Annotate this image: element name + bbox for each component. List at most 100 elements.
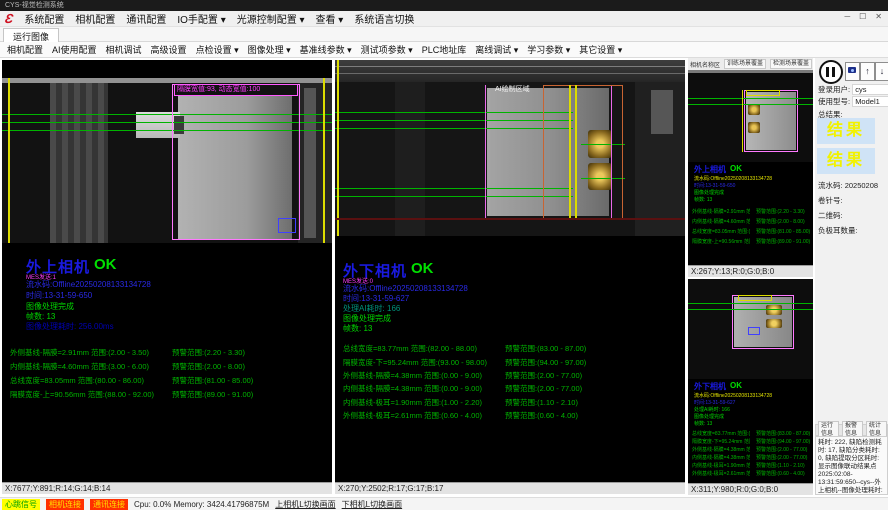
frame-count-line: 帧数: 13 [694, 196, 712, 203]
roi-rect [744, 90, 798, 152]
middle-pixel-status: X:270;Y:2502;R:17;G:17;B:17 [335, 482, 685, 494]
time-line: 时间:13-31-59-650 [26, 290, 92, 301]
close-icon[interactable]: ✕ [875, 12, 882, 21]
tool-test-params[interactable]: 测试项参数 ▾ [361, 43, 413, 56]
tab-foil-glow [748, 122, 760, 133]
tool-learning-params[interactable]: 学习参数 ▾ [527, 43, 570, 56]
tab-detect-scene[interactable]: 检测场景覆盖 [770, 59, 812, 69]
measure-warn: 预警范围:(2.20 - 3.30) [172, 347, 245, 358]
mini-top-camera-view[interactable]: 相机名称区 训练场景覆盖 检测场景覆盖 外上相机 OK 流水码:Offline2… [688, 58, 813, 277]
menu-comm-config[interactable]: 通讯配置 [126, 11, 166, 26]
mini-top-camera-image[interactable] [688, 70, 813, 162]
mini-bottom-camera-view[interactable]: 外下相机 OK 流水码:Offline20250208133134728 时间:… [688, 279, 813, 495]
tool-plc-address[interactable]: PLC地址库 [422, 43, 467, 56]
upper-camera-switch-link[interactable]: 上相机L切换画面 [275, 499, 335, 510]
scroll-down-button[interactable]: ↓ [875, 62, 888, 81]
menu-io-config[interactable]: IO手配置 ▾ [177, 11, 225, 26]
baseline-line [688, 309, 813, 310]
serial-code-line: 流水码:Offline20250208133134728 [26, 279, 151, 290]
menu-light-config[interactable]: 光源控制配置 ▾ [237, 11, 305, 26]
machine-rail [335, 60, 685, 82]
result-badge-bottom: 结果 [817, 148, 875, 174]
ai-region-label: AI绘制区域 [495, 84, 530, 94]
baseline-line [335, 128, 573, 129]
baseline-line [335, 112, 573, 113]
mini-top-result-ok: OK [730, 164, 742, 173]
app-logo-icon: Ɛ [4, 11, 14, 26]
tool-offline-debug[interactable]: 离线调试 ▾ [475, 43, 518, 56]
measure-warn: 预警范围:(81.00 - 85.00) [756, 228, 810, 235]
log-output[interactable]: 耗时: 222, 缺陷检测耗时: 17, 缺陷分类耗时: 0, 缺陷提取分区耗时… [815, 436, 888, 495]
measure-warn: 预警范围:(2.00 - 8.00) [172, 361, 245, 372]
left-camera-view[interactable]: 隔膜宽值:93, 动态宽值:100 外上相机 OK MES发送:1 流水码:Of… [2, 60, 332, 494]
roi-edge-line [485, 85, 486, 220]
time-line: 时间:13-31-59-627 [694, 399, 735, 406]
menu-camera-config[interactable]: 相机配置 [75, 11, 115, 26]
tab-foil-glow [766, 319, 782, 328]
middle-camera-view[interactable]: AI绘制区域 外下相机 OK MES发送:0 流水码:Offline202502… [335, 60, 685, 494]
measure-warn: 预警范围:(94.00 - 97.00) [756, 438, 810, 445]
tool-spotcheck-settings[interactable]: 点检设置 ▾ [196, 43, 239, 56]
model-field[interactable]: Model1 [852, 96, 888, 107]
measure-text: 隔膜宽度-下=95.24mm 范围:(93.00 - 98.00) [343, 358, 487, 367]
menu-system-config[interactable]: 系统配置 [24, 11, 64, 26]
measure-text: 外侧基线-极耳=2.61mm 范围:(0.60 - 4.00) [692, 470, 750, 477]
measure-warn: 预警范围:(2.00 - 77.00) [756, 454, 807, 461]
tool-camera-config[interactable]: 相机配置 [7, 43, 43, 56]
model-label: 使用型号: [818, 97, 850, 106]
rail-highlight [335, 73, 685, 74]
ai-region-rect [543, 85, 623, 220]
heartbeat-badge: 心跳信号 [2, 499, 40, 510]
window-titlebar: CYS-视觉检测系统 [0, 0, 888, 11]
tool-other-settings[interactable]: 其它设置 ▾ [579, 43, 622, 56]
pause-button[interactable] [819, 60, 843, 84]
left-pixel-status: X:7677;Y:891;R:14;G:14;B:14 [2, 482, 332, 494]
time-line: 时间:13-31-59-650 [694, 182, 735, 189]
tab-foil-glow [748, 104, 760, 115]
mini-measure-row: 隔膜宽度-下=95.24mm 范围:(93.00 - 98.00) 预警范围:(… [692, 438, 750, 446]
menu-view[interactable]: 查看 ▾ [316, 11, 344, 26]
measure-text: 外侧基线-隔膜=2.91mm 范围:(2.00 - 3.50) [692, 208, 750, 215]
maximize-icon[interactable]: ☐ [859, 12, 866, 21]
serial-code-line: 流水码:Offline20250208133134728 [694, 392, 772, 399]
roi-label-box [738, 295, 772, 301]
log-tab-strip: 运行信息 报警信息 统计信息 [815, 424, 888, 436]
edge-marker-line [323, 78, 325, 243]
serial-value: 20250208 [845, 181, 878, 190]
measure-text: 内侧基线-隔膜=4.38mm 范围:(0.00 - 9.00) [343, 384, 482, 393]
left-camera-image[interactable]: 隔膜宽值:93, 动态宽值:100 [2, 78, 332, 243]
tool-camera-debug[interactable]: 相机调试 [106, 43, 142, 56]
measure-warn: 预警范围:(1.10 - 2.10) [505, 397, 578, 408]
measure-warn: 预警范围:(0.60 - 4.00) [505, 410, 578, 421]
measure-row: 隔膜宽度-上=90.56mm 范围:(88.00 - 92.00) 预警范围:(… [10, 389, 154, 400]
login-user-field[interactable]: cys [852, 84, 888, 95]
mini-measure-row: 内侧基线-极耳=1.90mm 范围:(1.00 - 2.20) 预警范围:(1.… [692, 462, 750, 470]
edge-marker-line [742, 90, 743, 152]
middle-camera-image[interactable]: AI绘制区域 [335, 60, 685, 236]
baseline-line [335, 196, 573, 197]
measure-row: 内侧基线-隔膜=4.60mm 范围:(3.00 - 6.00) 预警范围:(2.… [10, 361, 149, 372]
lower-camera-switch-link[interactable]: 下相机L切换画面 [342, 499, 402, 510]
tool-advanced-settings[interactable]: 高级设置 [151, 43, 187, 56]
measure-text: 内侧基线-极耳=1.90mm 范围:(1.00 - 2.20) [692, 462, 750, 469]
tool-baseline-params[interactable]: 基准线参数 ▾ [300, 43, 352, 56]
tool-ai-use-config[interactable]: AI使用配置 [52, 43, 97, 56]
roi-label-box [746, 90, 780, 96]
measure-warn: 预警范围:(2.00 - 8.00) [756, 218, 805, 225]
serial-code-line: 流水码:Offline20250208133134728 [694, 175, 772, 182]
status-bar: 心跳信号 相机连接 通讯连接 Cpu: 0.0% Memory: 3424.41… [0, 497, 888, 510]
minimize-icon[interactable]: ─ [844, 12, 850, 21]
menu-language-switch[interactable]: 系统语言切换 [354, 11, 414, 26]
baseline-line [688, 104, 813, 105]
scroll-up-button[interactable]: ↑ [860, 62, 875, 81]
tab-train-scene[interactable]: 训练场景覆盖 [724, 59, 766, 69]
camera-switch-button[interactable] [845, 62, 860, 81]
left-view-result-ok: OK [94, 256, 117, 273]
measure-text: 外侧基线-极耳=2.61mm 范围:(0.60 - 4.00) [343, 411, 482, 420]
measure-text: 总线宽度=83.77mm 范围:(82.00 - 88.00) [692, 430, 750, 437]
tool-image-processing[interactable]: 图像处理 ▾ [248, 43, 291, 56]
qr-row: 二维码: [818, 210, 843, 221]
toolbar: 相机配置 AI使用配置 相机调试 高级设置 点检设置 ▾ 图像处理 ▾ 基准线参… [0, 42, 888, 58]
mini-bottom-camera-image[interactable] [688, 279, 813, 379]
mini-bottom-result-ok: OK [730, 381, 742, 390]
